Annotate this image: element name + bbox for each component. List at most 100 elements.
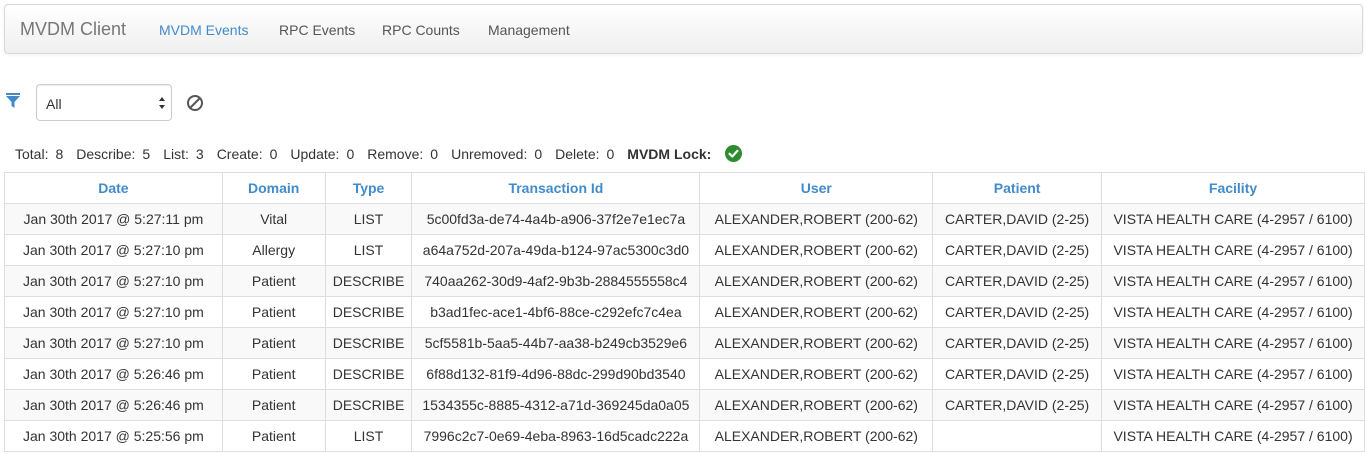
remove-label: Remove: (367, 145, 424, 162)
ban-icon[interactable] (186, 94, 204, 112)
cell-domain: Vital (221, 203, 326, 235)
domain-filter-value: All (46, 96, 62, 112)
create-label: Create: (216, 145, 263, 162)
table-row[interactable]: Jan 30th 2017 @ 5:26:46 pm Patient DESCRIB… (4, 358, 1365, 390)
nav-link-rpc-counts[interactable]: RPC Counts (382, 22, 460, 38)
cell-facility: VISTA HEALTH CARE (4-2957 / 6100) (1101, 234, 1365, 266)
cell-date: Jan 30th 2017 @ 5:27:10 pm (4, 265, 223, 297)
cell-patient: CARTER,DAVID (2-25) (932, 234, 1103, 266)
filter-icon[interactable] (6, 93, 20, 109)
cell-transaction-id: 5c00fd3a-de74-4a4b-a906-37f2e7e1ec7a (411, 203, 701, 235)
column-header-facility[interactable]: Facility (1101, 172, 1365, 204)
cell-user: ALEXANDER,ROBERT (200-62) (699, 358, 934, 390)
cell-date: Jan 30th 2017 @ 5:27:10 pm (4, 327, 223, 359)
column-header-domain[interactable]: Domain (221, 172, 326, 204)
cell-facility: VISTA HEALTH CARE (4-2957 / 6100) (1101, 420, 1365, 452)
table-header-row: Date Domain Type Transaction Id User Pat… (4, 172, 1365, 204)
cell-transaction-id: 6f88d132-81f9-4d96-88dc-299d90bd3540 (411, 358, 701, 390)
cell-facility: VISTA HEALTH CARE (4-2957 / 6100) (1101, 389, 1365, 421)
nav-link-rpc-events[interactable]: RPC Events (279, 22, 355, 38)
unremoved-count: 0 (534, 145, 543, 162)
brand-title[interactable]: MVDM Client (20, 19, 126, 40)
event-stats: Total: 8 Describe: 5 List: 3 Create: 0 U… (15, 145, 743, 162)
select-arrows-icon (159, 97, 165, 109)
cell-type: DESCRIBE (324, 389, 413, 421)
table-row[interactable]: Jan 30th 2017 @ 5:26:46 pm Patient DESCRIB… (4, 389, 1365, 421)
cell-date: Jan 30th 2017 @ 5:27:11 pm (4, 203, 223, 235)
nav-link-mvdm-events[interactable]: MVDM Events (159, 22, 248, 38)
cell-type: LIST (324, 203, 413, 235)
column-header-date[interactable]: Date (4, 172, 223, 204)
cell-user: ALEXANDER,ROBERT (200-62) (699, 234, 934, 266)
cell-patient: CARTER,DAVID (2-25) (932, 358, 1103, 390)
describe-label: Describe: (76, 145, 136, 162)
cell-user: ALEXANDER,ROBERT (200-62) (699, 327, 934, 359)
cell-facility: VISTA HEALTH CARE (4-2957 / 6100) (1101, 203, 1365, 235)
update-count: 0 (346, 145, 355, 162)
cell-domain: Patient (221, 389, 326, 421)
cell-facility: VISTA HEALTH CARE (4-2957 / 6100) (1101, 296, 1365, 328)
cell-domain: Patient (221, 265, 326, 297)
cell-domain: Patient (221, 327, 326, 359)
cell-user: ALEXANDER,ROBERT (200-62) (699, 296, 934, 328)
cell-transaction-id: 1534355c-8885-4312-a71d-369245da0a05 (411, 389, 701, 421)
unremoved-label: Unremoved: (451, 145, 528, 162)
cell-user: ALEXANDER,ROBERT (200-62) (699, 420, 934, 452)
navbar: MVDM Client MVDM Events RPC Events RPC C… (4, 4, 1363, 54)
cell-domain: Patient (221, 296, 326, 328)
describe-count: 5 (142, 145, 151, 162)
table-row[interactable]: Jan 30th 2017 @ 5:25:56 pm Patient LIST 799… (4, 420, 1365, 452)
column-header-user[interactable]: User (699, 172, 934, 204)
cell-domain: Allergy (221, 234, 326, 266)
total-count: 8 (55, 145, 64, 162)
cell-facility: VISTA HEALTH CARE (4-2957 / 6100) (1101, 327, 1365, 359)
cell-transaction-id: b3ad1fec-ace1-4bf6-88ce-c292efc7c4ea (411, 296, 701, 328)
cell-patient: CARTER,DAVID (2-25) (932, 203, 1103, 235)
delete-count: 0 (606, 145, 615, 162)
cell-transaction-id: 740aa262-30d9-4af2-9b3b-2884555558c4 (411, 265, 701, 297)
column-header-transaction-id[interactable]: Transaction Id (411, 172, 701, 204)
cell-patient (932, 420, 1103, 452)
list-label: List: (163, 145, 189, 162)
cell-domain: Patient (221, 358, 326, 390)
cell-patient: CARTER,DAVID (2-25) (932, 389, 1103, 421)
domain-filter-select[interactable]: All (36, 84, 172, 121)
cell-user: ALEXANDER,ROBERT (200-62) (699, 203, 934, 235)
cell-date: Jan 30th 2017 @ 5:25:56 pm (4, 420, 223, 452)
cell-user: ALEXANDER,ROBERT (200-62) (699, 265, 934, 297)
mvdm-lock-label: MVDM Lock: (627, 145, 712, 162)
list-count: 3 (195, 145, 204, 162)
cell-domain: Patient (221, 420, 326, 452)
cell-transaction-id: 7996c2c7-0e69-4eba-8963-16d5cadc222a (411, 420, 701, 452)
table-row[interactable]: Jan 30th 2017 @ 5:27:11 pm Vital LIST 5c00f… (4, 203, 1365, 235)
cell-transaction-id: a64a752d-207a-49da-b124-97ac5300c3d0 (411, 234, 701, 266)
cell-date: Jan 30th 2017 @ 5:27:10 pm (4, 296, 223, 328)
cell-transaction-id: 5cf5581b-5aa5-44b7-aa38-b249cb3529e6 (411, 327, 701, 359)
remove-count: 0 (430, 145, 439, 162)
table-row[interactable]: Jan 30th 2017 @ 5:27:10 pm Patient DESCRIB… (4, 265, 1365, 297)
create-count: 0 (269, 145, 278, 162)
cell-facility: VISTA HEALTH CARE (4-2957 / 6100) (1101, 358, 1365, 390)
total-label: Total: (15, 145, 49, 162)
cell-patient: CARTER,DAVID (2-25) (932, 265, 1103, 297)
check-circle-icon (725, 145, 743, 162)
table-row[interactable]: Jan 30th 2017 @ 5:27:10 pm Allergy LIST a64… (4, 234, 1365, 266)
column-header-type[interactable]: Type (324, 172, 413, 204)
table-row[interactable]: Jan 30th 2017 @ 5:27:10 pm Patient DESCRIB… (4, 296, 1365, 328)
update-label: Update: (290, 145, 340, 162)
table-row[interactable]: Jan 30th 2017 @ 5:27:10 pm Patient DESCRIB… (4, 327, 1365, 359)
mvdm-events-table: Date Domain Type Transaction Id User Pat… (4, 172, 1365, 452)
cell-type: DESCRIBE (324, 265, 413, 297)
cell-type: DESCRIBE (324, 358, 413, 390)
nav-link-management[interactable]: Management (488, 22, 570, 38)
cell-type: DESCRIBE (324, 327, 413, 359)
column-header-patient[interactable]: Patient (932, 172, 1103, 204)
cell-facility: VISTA HEALTH CARE (4-2957 / 6100) (1101, 265, 1365, 297)
cell-type: LIST (324, 420, 413, 452)
cell-user: ALEXANDER,ROBERT (200-62) (699, 389, 934, 421)
cell-date: Jan 30th 2017 @ 5:26:46 pm (4, 389, 223, 421)
cell-date: Jan 30th 2017 @ 5:26:46 pm (4, 358, 223, 390)
delete-label: Delete: (555, 145, 600, 162)
cell-date: Jan 30th 2017 @ 5:27:10 pm (4, 234, 223, 266)
cell-type: LIST (324, 234, 413, 266)
